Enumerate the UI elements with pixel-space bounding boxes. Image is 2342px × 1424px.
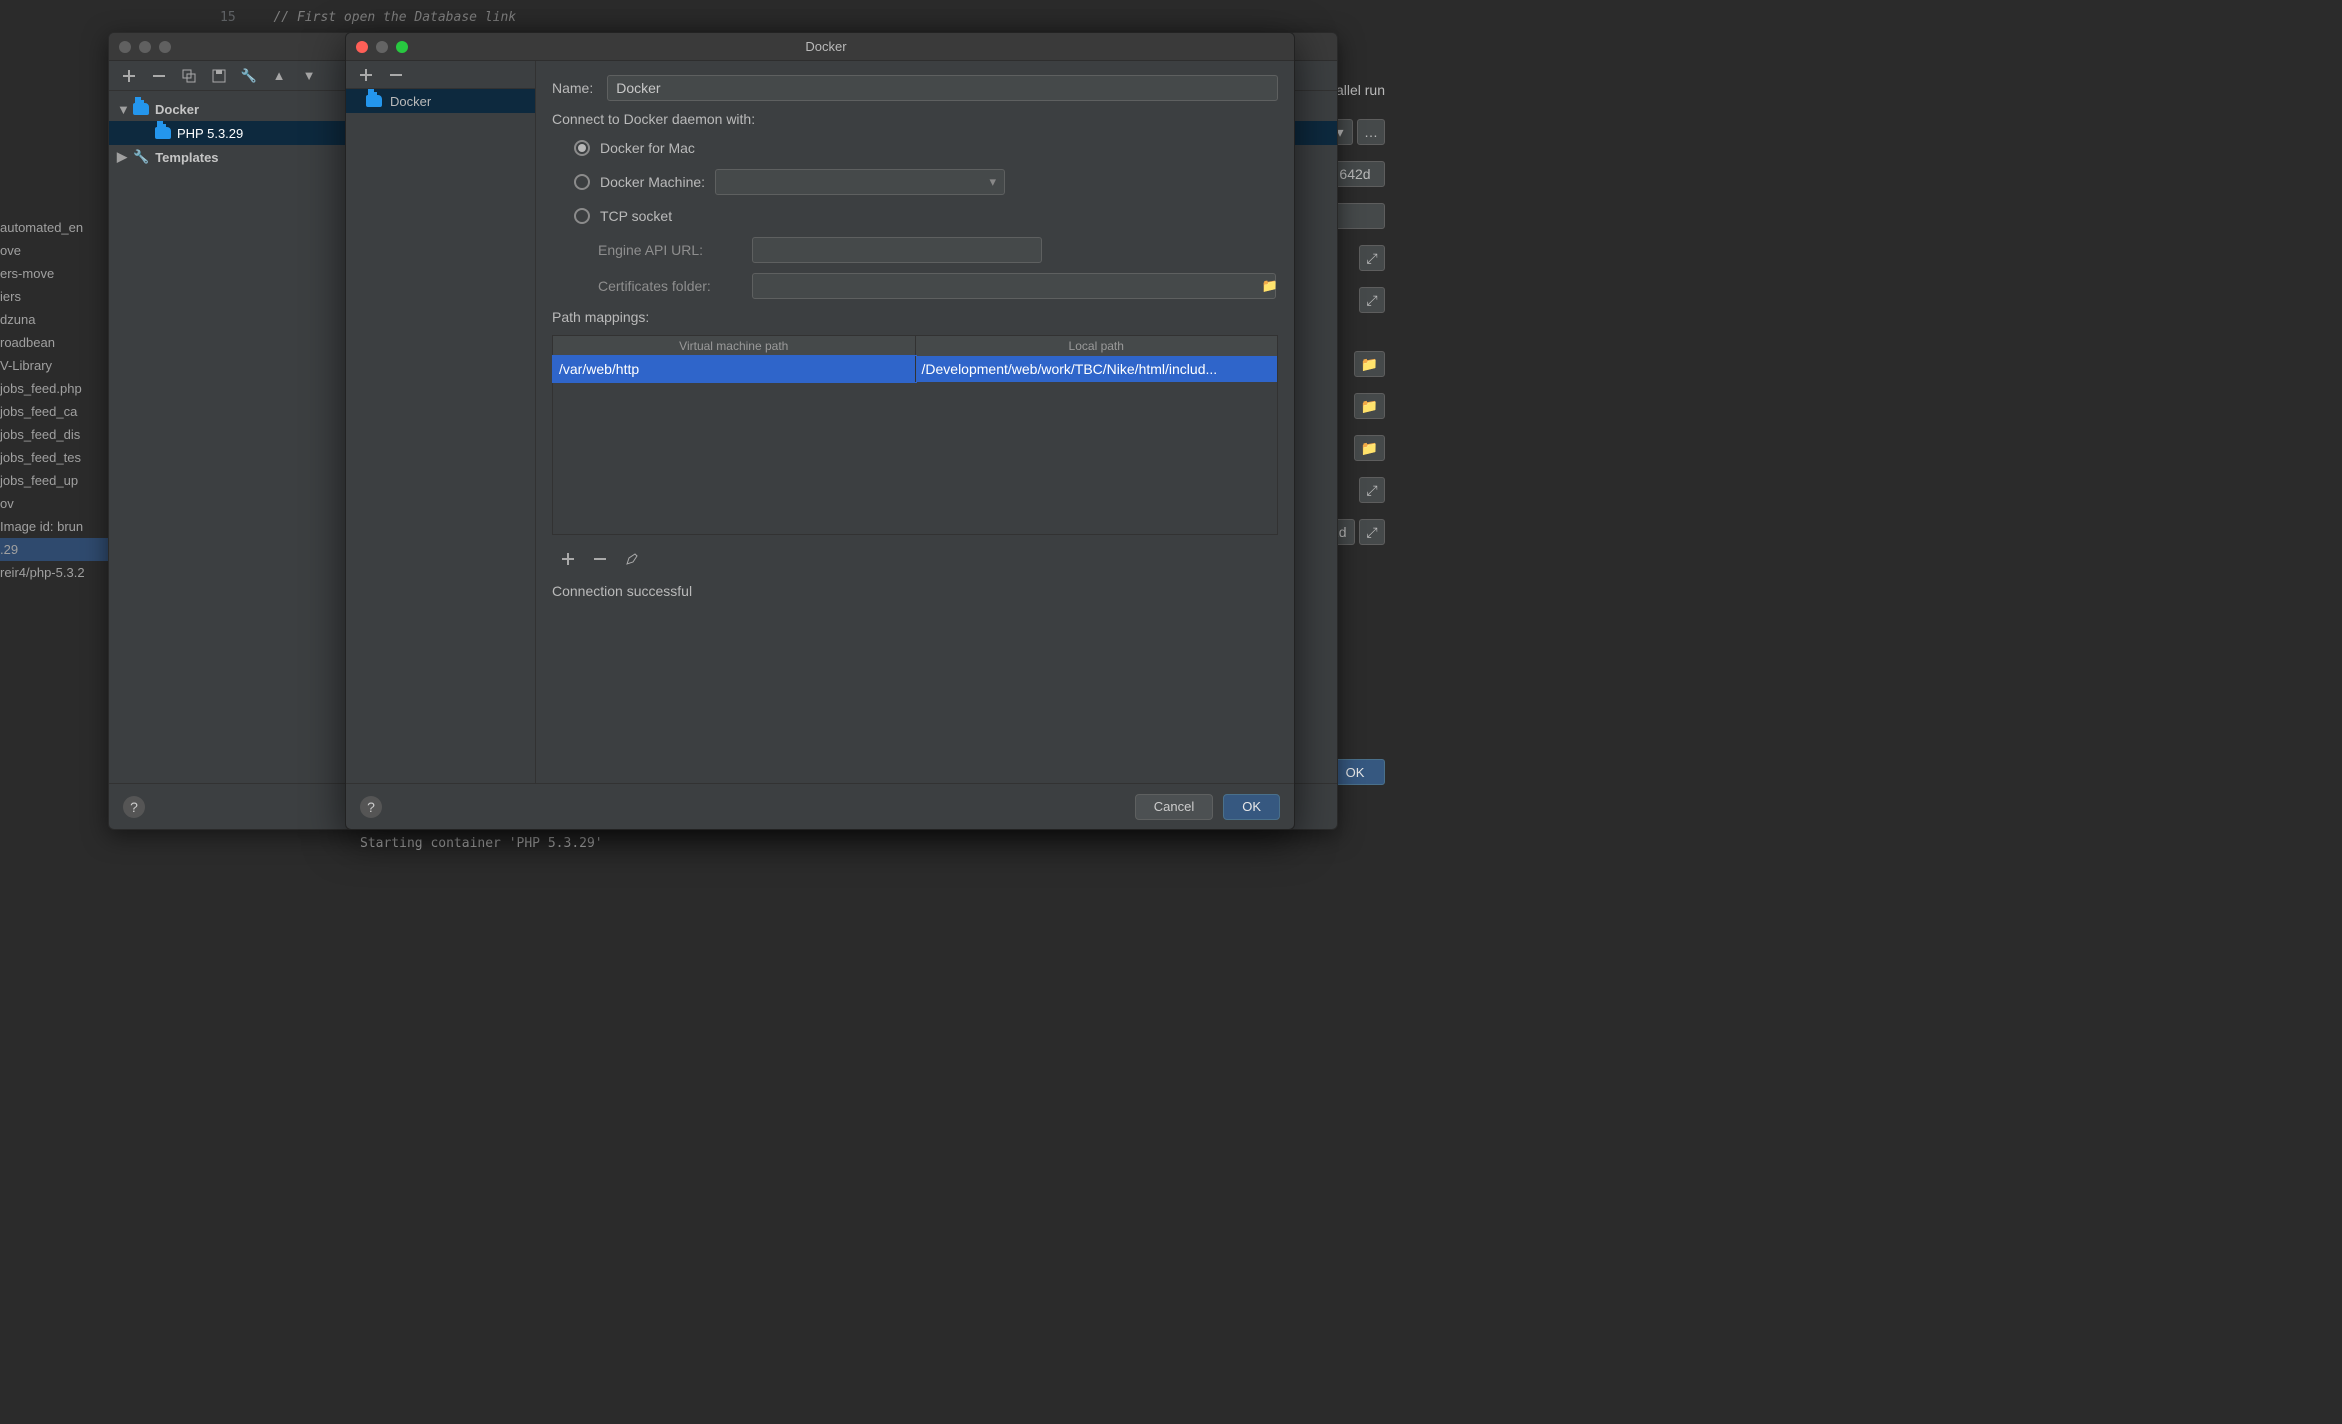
radio-icon	[574, 174, 590, 190]
engine-url-input[interactable]	[752, 237, 1042, 263]
path-mappings-table: Virtual machine path Local path /var/web…	[552, 335, 1278, 535]
list-item-label: Docker	[390, 94, 431, 109]
ok-button[interactable]: OK	[1223, 794, 1280, 820]
folder-icon[interactable]: 📁	[1354, 435, 1385, 461]
tree-item-label: PHP 5.3.29	[177, 126, 243, 141]
docker-server-list: Docker	[346, 89, 535, 113]
help-icon[interactable]: ?	[360, 796, 382, 818]
connection-status: Connection successful	[552, 583, 1278, 599]
list-item[interactable]: reir4/php-5.3.2	[0, 561, 108, 584]
certs-folder-input[interactable]	[752, 273, 1276, 299]
wrench-icon: 🔧	[133, 149, 149, 165]
list-item[interactable]: ers-move	[0, 262, 108, 285]
expand-icon[interactable]: ⤢	[1359, 287, 1385, 313]
cell-local-path[interactable]: /Development/web/work/TBC/Nike/html/incl…	[916, 356, 1278, 382]
edit-icon[interactable]	[624, 551, 640, 567]
remove-icon[interactable]	[388, 67, 404, 83]
add-icon[interactable]	[358, 67, 374, 83]
docker-icon	[155, 127, 171, 139]
expand-icon[interactable]: ⤢	[1359, 477, 1385, 503]
down-icon[interactable]: ▼	[301, 68, 317, 84]
dialog-footer: ? Cancel OK	[346, 783, 1294, 829]
window-title: Docker	[358, 39, 1294, 54]
certs-folder-label: Certificates folder:	[598, 278, 738, 294]
name-input[interactable]	[607, 75, 1278, 101]
list-item[interactable]: jobs_feed.php	[0, 377, 108, 400]
column-header-vm[interactable]: Virtual machine path	[553, 336, 916, 356]
path-mappings-label: Path mappings:	[552, 309, 1278, 325]
engine-url-label: Engine API URL:	[598, 242, 738, 258]
radio-docker-for-mac[interactable]: Docker for Mac	[574, 137, 1278, 159]
expand-icon[interactable]: ⤢	[1359, 519, 1385, 545]
help-icon[interactable]: ?	[123, 796, 145, 818]
radio-label: TCP socket	[600, 208, 672, 224]
list-item[interactable]: roadbean	[0, 331, 108, 354]
console-status-line: Starting container 'PHP 5.3.29'	[360, 836, 603, 851]
column-header-local[interactable]: Local path	[916, 336, 1278, 356]
dialog-sidebar: Docker	[346, 61, 536, 783]
name-label: Name:	[552, 80, 593, 96]
list-item[interactable]: dzuna	[0, 308, 108, 331]
tree-item-label: Docker	[155, 102, 199, 117]
list-item[interactable]: jobs_feed_ca	[0, 400, 108, 423]
table-row[interactable]: /var/web/http /Development/web/work/TBC/…	[553, 356, 1277, 382]
add-icon[interactable]	[560, 551, 576, 567]
docker-icon	[366, 95, 382, 107]
window-minimize-icon[interactable]	[139, 41, 151, 53]
radio-tcp-socket[interactable]: TCP socket	[574, 205, 1278, 227]
remove-icon[interactable]	[592, 551, 608, 567]
daemon-radio-group: Docker for Mac Docker Machine: ▾ TCP soc…	[552, 137, 1278, 227]
window-titlebar: Docker	[346, 33, 1294, 61]
list-item[interactable]: ove	[0, 239, 108, 262]
tree-item-label: Templates	[155, 150, 218, 165]
chevron-right-icon: ▶	[117, 149, 127, 165]
radio-icon	[574, 208, 590, 224]
list-item[interactable]: jobs_feed_up	[0, 469, 108, 492]
list-item[interactable]: .29	[0, 538, 108, 561]
line-number: 15	[220, 10, 266, 25]
docker-machine-select[interactable]: ▾	[715, 169, 1005, 195]
list-item[interactable]: Docker	[346, 89, 535, 113]
radio-label: Docker Machine:	[600, 174, 705, 190]
editor-code-line: 15 // First open the Database link	[220, 0, 1385, 30]
list-item[interactable]: Image id: brun	[0, 515, 108, 538]
up-icon[interactable]: ▲	[271, 68, 287, 84]
list-item[interactable]: jobs_feed_tes	[0, 446, 108, 469]
list-item[interactable]: iers	[0, 285, 108, 308]
dialog-form: Name: Connect to Docker daemon with: Doc…	[536, 61, 1294, 783]
code-comment: // First open the Database link	[273, 10, 516, 25]
more-button[interactable]: …	[1357, 119, 1385, 145]
cancel-button[interactable]: Cancel	[1135, 794, 1213, 820]
radio-label: Docker for Mac	[600, 140, 695, 156]
list-item[interactable]: jobs_feed_dis	[0, 423, 108, 446]
remove-icon[interactable]	[151, 68, 167, 84]
connect-section-label: Connect to Docker daemon with:	[552, 111, 1278, 127]
list-item[interactable]: ov	[0, 492, 108, 515]
copy-icon[interactable]	[181, 68, 197, 84]
project-tree-partial: automated_enoveers-moveiersdzunaroadbean…	[0, 216, 108, 584]
wrench-icon[interactable]: 🔧	[241, 68, 257, 84]
path-table-toolbar	[552, 545, 1278, 573]
folder-browse-icon[interactable]: 📁	[1262, 278, 1278, 294]
cell-vm-path[interactable]: /var/web/http	[553, 356, 916, 382]
docker-icon	[133, 103, 149, 115]
expand-icon[interactable]: ⤢	[1359, 245, 1385, 271]
radio-docker-machine[interactable]: Docker Machine: ▾	[574, 169, 1278, 195]
list-item[interactable]: V-Library	[0, 354, 108, 377]
add-icon[interactable]	[121, 68, 137, 84]
folder-icon[interactable]: 📁	[1354, 393, 1385, 419]
docker-dialog: Docker Docker Name: Connect to Docker da…	[345, 32, 1295, 830]
radio-icon	[574, 140, 590, 156]
window-close-icon[interactable]	[119, 41, 131, 53]
window-maximize-icon[interactable]	[159, 41, 171, 53]
save-icon[interactable]	[211, 68, 227, 84]
folder-icon[interactable]: 📁	[1354, 351, 1385, 377]
chevron-down-icon: ▼	[117, 102, 127, 117]
list-item[interactable]: automated_en	[0, 216, 108, 239]
